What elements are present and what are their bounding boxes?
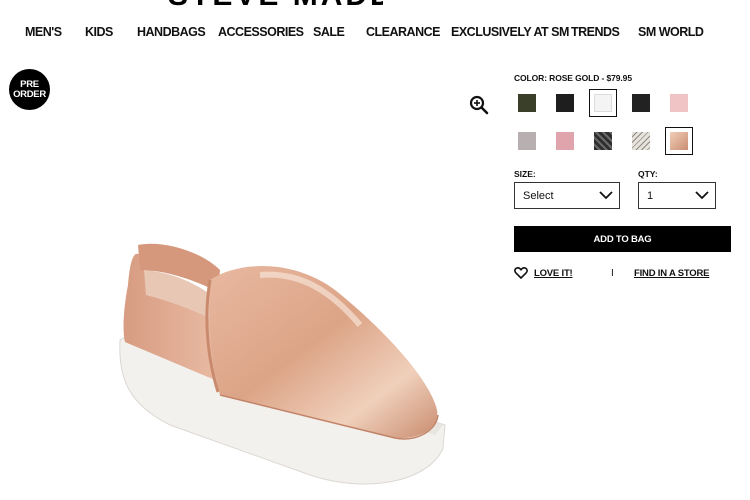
swatch-white[interactable] xyxy=(589,89,617,117)
nav-handbags[interactable]: HANDBAGS xyxy=(137,25,206,39)
brand-logo[interactable]: STEVE MADDEN xyxy=(168,0,383,10)
nav-kids[interactable]: KIDS xyxy=(85,25,113,39)
swatch-olive-camo[interactable] xyxy=(513,89,541,117)
size-select-value: Select xyxy=(523,189,554,202)
nav-sale[interactable]: SALE xyxy=(313,25,345,39)
swatch-fill xyxy=(670,94,688,112)
preorder-line-2: ORDER xyxy=(13,88,46,100)
swatch-snake[interactable] xyxy=(627,127,655,155)
swatch-fill xyxy=(670,132,688,150)
size-select[interactable]: Select xyxy=(514,182,620,209)
love-it-link[interactable]: LOVE IT! xyxy=(514,267,573,279)
chevron-down-icon xyxy=(695,191,709,200)
preorder-line-1: PRE xyxy=(20,78,39,90)
swatch-fill xyxy=(556,132,574,150)
swatch-fill xyxy=(518,94,536,112)
nav-mens[interactable]: MEN'S xyxy=(25,25,62,39)
qty-label: QTY: xyxy=(638,169,658,179)
nav-clearance[interactable]: CLEARANCE xyxy=(366,25,440,39)
zoom-in-icon[interactable] xyxy=(469,95,489,115)
size-label: SIZE: xyxy=(514,169,536,179)
swatch-rose-gold-selected[interactable] xyxy=(665,127,693,155)
main-nav: MEN'S KIDS HANDBAGS ACCESSORIES SALE CLE… xyxy=(0,25,750,43)
swatch-black-2[interactable] xyxy=(627,89,655,117)
link-divider: I xyxy=(611,268,614,279)
swatch-fill xyxy=(518,132,536,150)
heart-outline-icon xyxy=(514,267,528,279)
nav-sm-world[interactable]: SM WORLD xyxy=(638,25,704,39)
preorder-badge: PRE ORDER xyxy=(9,69,50,110)
swatch-fill xyxy=(556,94,574,112)
product-image-shoe xyxy=(119,243,446,485)
nav-accessories[interactable]: ACCESSORIES xyxy=(218,25,304,39)
swatch-blush[interactable] xyxy=(665,89,693,117)
swatch-grey[interactable] xyxy=(513,127,541,155)
swatch-black-glitter[interactable] xyxy=(589,127,617,155)
love-it-label: LOVE IT! xyxy=(534,267,573,279)
swatch-black[interactable] xyxy=(551,89,579,117)
brand-logo-text: STEVE MADDEN xyxy=(168,0,383,10)
chevron-down-icon xyxy=(599,191,613,200)
color-price-label: COLOR: ROSE GOLD - $79.95 xyxy=(514,73,632,83)
swatch-fill xyxy=(594,94,612,112)
swatch-pink-glitter[interactable] xyxy=(551,127,579,155)
qty-select[interactable]: 1 xyxy=(638,182,716,209)
nav-trends[interactable]: TRENDS xyxy=(571,25,620,39)
swatch-fill xyxy=(632,132,650,150)
swatch-fill xyxy=(594,132,612,150)
nav-exclusively-at-sm[interactable]: EXCLUSIVELY AT SM xyxy=(451,25,569,39)
add-to-bag-button[interactable]: ADD TO BAG xyxy=(514,226,731,252)
qty-select-value: 1 xyxy=(647,189,654,202)
swatch-fill xyxy=(632,94,650,112)
find-in-store-link[interactable]: FIND IN A STORE xyxy=(634,268,709,279)
